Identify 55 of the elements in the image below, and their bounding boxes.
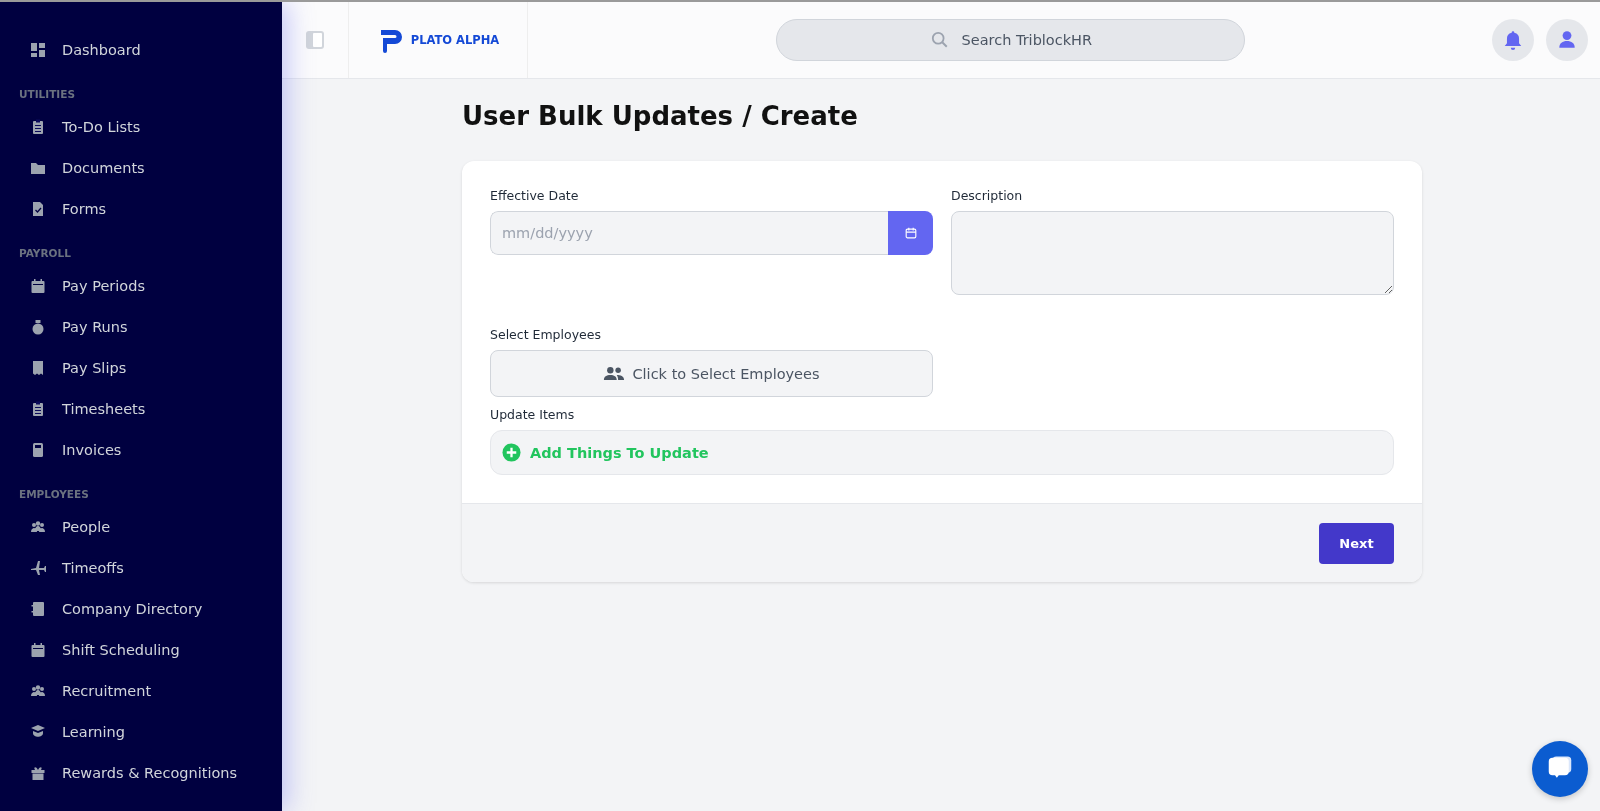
people-icon	[30, 682, 46, 699]
profile-button[interactable]	[1546, 19, 1588, 61]
sidebar-heading: PAYROLL	[18, 246, 72, 261]
clip-icon	[30, 400, 46, 417]
sidebar-item[interactable]: Timeoffs	[0, 547, 282, 588]
sidebar-item[interactable]: Company Directory	[0, 588, 282, 629]
chat-button[interactable]	[1532, 741, 1588, 797]
field-label: Description	[951, 188, 1024, 203]
sidebar-item[interactable]: Rewards & Recognitions	[0, 752, 282, 793]
clip-icon	[30, 118, 46, 135]
calc-icon	[30, 441, 46, 458]
sidebar-item[interactable]: Documents	[0, 147, 282, 188]
field-label: Update Items	[490, 407, 576, 422]
bell-icon	[1502, 29, 1524, 51]
description-field[interactable]	[951, 211, 1394, 295]
field-label: Select Employees	[490, 327, 602, 342]
user-icon	[1556, 29, 1578, 51]
people-icon	[603, 366, 626, 381]
calendar-button[interactable]	[888, 211, 933, 255]
date-field[interactable]: mm/dd/yyyy	[490, 211, 888, 255]
notifications-button[interactable]	[1492, 19, 1534, 61]
sidebar-item[interactable]: To-Do Lists	[0, 106, 282, 147]
sidebar-heading: EMPLOYEES	[18, 487, 90, 502]
field-label: Effective Date	[490, 188, 580, 203]
cal-icon	[30, 641, 46, 658]
search-icon	[930, 31, 949, 49]
sidebar-item[interactable]: Forms	[0, 188, 282, 229]
sidebar-item[interactable]: Learning	[0, 711, 282, 752]
logo[interactable]: PLATO ALPHA	[376, 25, 500, 55]
bag-icon	[30, 318, 46, 335]
sidebar-item[interactable]: Pay Periods	[0, 265, 282, 306]
next-button[interactable]: Next	[1319, 522, 1394, 564]
sidebar-item[interactable]: Pay Runs	[0, 306, 282, 347]
cal-icon	[30, 277, 46, 294]
people-icon	[30, 518, 46, 535]
sidebar-item[interactable]: Invoices	[0, 429, 282, 470]
plus-circle-icon	[502, 443, 521, 462]
book-icon	[30, 600, 46, 617]
sidebar-item[interactable]: Shift Scheduling	[0, 629, 282, 670]
sidebar-heading: UTILITIES	[18, 87, 76, 102]
select-employees-button[interactable]: Click to Select Employees	[490, 350, 933, 397]
page-title: User Bulk Updates / Create	[462, 101, 859, 131]
sidebar-item[interactable]: People	[0, 506, 282, 547]
check-icon	[30, 200, 46, 217]
grid-icon	[30, 41, 46, 58]
sidebar-item[interactable]: Recruitment	[0, 670, 282, 711]
sidebar-toggle-icon[interactable]	[305, 30, 325, 50]
sidebar-item[interactable]: Dashboard	[0, 29, 282, 70]
sidebar-item[interactable]: Pay Slips	[0, 347, 282, 388]
search-field[interactable]: Search TriblockHR	[775, 19, 1245, 61]
cap-icon	[30, 723, 46, 740]
calendar-icon	[903, 226, 918, 240]
receipt-icon	[30, 359, 46, 376]
sidebar-item[interactable]: Timesheets	[0, 388, 282, 429]
plane-icon	[30, 559, 46, 576]
